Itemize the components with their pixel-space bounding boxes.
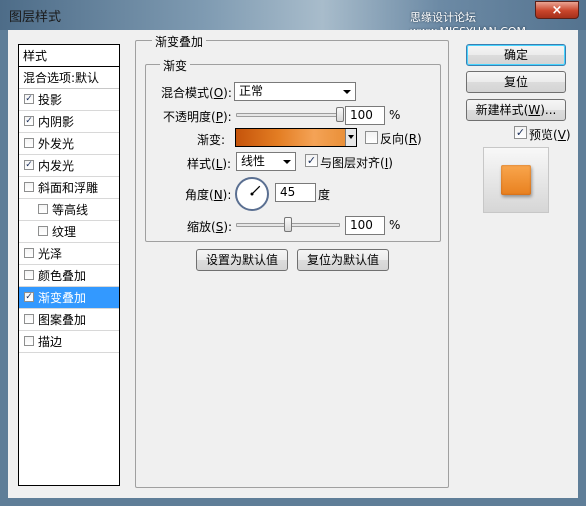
reverse-checkbox[interactable] <box>365 131 378 144</box>
style-item-label: 描边 <box>38 335 63 349</box>
close-icon: × <box>551 3 563 18</box>
gradient-overlay-title: 渐变叠加 <box>152 33 207 50</box>
align-with-layer-label: 与图层对齐(I) <box>320 156 393 170</box>
opacity-input[interactable]: 100 <box>345 106 385 125</box>
style-item[interactable]: 等高线 <box>19 199 119 221</box>
dialog-client-area: 样式 混合选项:默认 ✓ 投影 ✓ 内阴影外发光 ✓ 内发光斜面和浮雕等高线纹理光泽颜色叠… <box>8 30 578 498</box>
style-item-checkbox[interactable]: ✓ <box>24 292 34 302</box>
style-item[interactable]: 光泽 <box>19 243 119 265</box>
style-item[interactable]: 颜色叠加 <box>19 265 119 287</box>
style-item-label: 颜色叠加 <box>38 269 87 283</box>
style-item[interactable]: ✓ 内发光 <box>19 155 119 177</box>
opacity-unit: % <box>389 108 401 122</box>
opacity-label: 不透明度(P): <box>163 110 232 124</box>
style-preview <box>483 147 549 213</box>
blending-options-item[interactable]: 混合选项:默认 <box>19 67 119 89</box>
style-list-header[interactable]: 样式 <box>19 45 119 67</box>
style-item-checkbox[interactable] <box>38 226 48 236</box>
blend-mode-label: 混合模式(O): <box>161 86 232 100</box>
style-item[interactable]: 图案叠加 <box>19 309 119 331</box>
style-item-checkbox[interactable]: ✓ <box>24 94 34 104</box>
gradient-label: 渐变: <box>197 133 226 147</box>
scale-input[interactable]: 100 <box>345 216 385 235</box>
style-item[interactable]: 纹理 <box>19 221 119 243</box>
style-item[interactable]: ✓ 投影 <box>19 89 119 111</box>
style-list: 样式 混合选项:默认 ✓ 投影 ✓ 内阴影外发光 ✓ 内发光斜面和浮雕等高线纹理光泽颜色叠… <box>18 44 120 486</box>
style-item-checkbox[interactable] <box>38 204 48 214</box>
gradient-dropdown-button[interactable] <box>345 129 356 146</box>
angle-input[interactable]: 45 <box>275 183 316 202</box>
scale-unit: % <box>389 218 401 232</box>
scale-label: 缩放(S): <box>187 220 233 234</box>
chevron-down-icon <box>343 90 351 94</box>
style-label: 样式(L): <box>187 157 232 171</box>
style-item-label: 内发光 <box>38 159 75 173</box>
align-with-layer-checkbox[interactable]: ✓ <box>305 154 318 167</box>
style-item-checkbox[interactable]: ✓ <box>24 116 34 126</box>
close-button[interactable]: × <box>535 1 579 19</box>
style-item-label: 等高线 <box>52 203 89 217</box>
style-item[interactable]: 外发光 <box>19 133 119 155</box>
scale-slider-thumb[interactable] <box>284 217 292 232</box>
set-as-default-button[interactable]: 设置为默认值 <box>196 249 288 271</box>
style-item-label: 纹理 <box>52 225 77 239</box>
preview-label: 预览(V) <box>529 128 571 142</box>
window-title: 图层样式 <box>9 10 62 25</box>
style-item[interactable]: ✓ 内阴影 <box>19 111 119 133</box>
new-style-button[interactable]: 新建样式(W)... <box>466 99 566 121</box>
align-check-mark: ✓ <box>306 154 317 167</box>
angle-label: 角度(N): <box>185 188 232 202</box>
style-item-label: 外发光 <box>38 137 75 151</box>
chevron-down-icon <box>283 160 291 164</box>
style-item-checkbox[interactable] <box>24 336 34 346</box>
reverse-label: 反向(R) <box>380 132 422 146</box>
reset-button[interactable]: 复位 <box>466 71 566 93</box>
style-item-checkbox[interactable] <box>24 314 34 324</box>
opacity-slider-thumb[interactable] <box>336 107 344 122</box>
preview-check-mark: ✓ <box>515 126 526 139</box>
angle-needle-icon <box>250 185 261 196</box>
chevron-down-icon <box>348 135 354 139</box>
style-item-label: 图案叠加 <box>38 313 87 327</box>
style-item[interactable]: 描边 <box>19 331 119 353</box>
reset-to-default-button[interactable]: 复位为默认值 <box>297 249 389 271</box>
style-item[interactable]: 斜面和浮雕 <box>19 177 119 199</box>
style-item-label: 光泽 <box>38 247 63 261</box>
opacity-slider-track[interactable] <box>236 113 340 117</box>
style-items: ✓ 投影 ✓ 内阴影外发光 ✓ 内发光斜面和浮雕等高线纹理光泽颜色叠加 ✓ 渐变叠加图案叠加描… <box>19 89 119 353</box>
style-item-checkbox[interactable] <box>24 182 34 192</box>
style-select[interactable]: 线性 <box>236 152 296 171</box>
style-value: 线性 <box>241 154 266 168</box>
style-item-label: 投影 <box>38 93 63 107</box>
style-item-checkbox[interactable] <box>24 138 34 148</box>
blend-mode-value: 正常 <box>239 84 264 98</box>
style-item[interactable]: ✓ 渐变叠加 <box>19 287 119 309</box>
title-bar[interactable]: 图层样式 思缘设计论坛 www.MISSYUAN.COM × <box>0 0 586 38</box>
style-item-label: 渐变叠加 <box>38 291 87 305</box>
gradient-subgroup-title: 渐变 <box>160 57 191 74</box>
gradient-picker[interactable] <box>235 128 357 147</box>
angle-unit: 度 <box>318 188 331 202</box>
angle-dial[interactable] <box>235 177 269 211</box>
preview-checkbox[interactable]: ✓ <box>514 126 527 139</box>
layer-style-dialog: 图层样式 思缘设计论坛 www.MISSYUAN.COM × 样式 混合选项:默… <box>0 0 586 506</box>
style-item-label: 内阴影 <box>38 115 75 129</box>
style-item-checkbox[interactable]: ✓ <box>24 160 34 170</box>
ok-button[interactable]: 确定 <box>466 44 566 66</box>
style-item-checkbox[interactable] <box>24 270 34 280</box>
style-item-label: 斜面和浮雕 <box>38 181 99 195</box>
style-item-checkbox[interactable] <box>24 248 34 258</box>
preview-swatch <box>501 165 531 195</box>
blend-mode-select[interactable]: 正常 <box>234 82 356 101</box>
